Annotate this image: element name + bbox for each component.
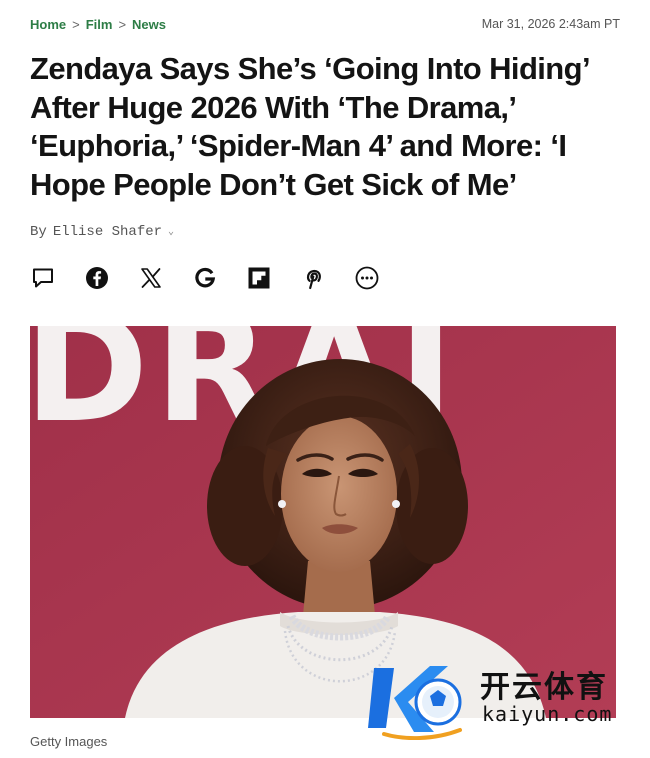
watermark-domain-text: kaiyun.com	[482, 702, 613, 726]
breadcrumb-separator: >	[118, 16, 127, 32]
byline[interactable]: By Ellise Shafer ⌄	[30, 224, 174, 240]
pinterest-icon[interactable]	[300, 265, 326, 291]
kaiyun-watermark: 开云体育 kaiyun.com	[364, 658, 640, 740]
share-toolbar	[30, 264, 408, 292]
breadcrumb-home[interactable]: Home	[30, 17, 66, 32]
google-icon[interactable]	[192, 265, 218, 291]
comment-icon[interactable]	[30, 265, 56, 291]
flipboard-icon[interactable]	[246, 265, 272, 291]
image-credit: Getty Images	[30, 734, 108, 749]
x-icon[interactable]	[138, 265, 164, 291]
author-name[interactable]: Ellise Shafer	[53, 224, 162, 240]
more-icon[interactable]	[354, 265, 380, 291]
kaiyun-logo-icon	[368, 666, 462, 740]
breadcrumb-news[interactable]: News	[132, 17, 166, 32]
publish-timestamp: Mar 31, 2026 2:43am PT	[481, 17, 620, 31]
watermark-chinese-text: 开云体育	[480, 670, 608, 705]
byline-prefix: By	[30, 224, 47, 240]
article-meta-row: Home > Film > News Mar 31, 2026 2:43am P…	[30, 16, 620, 32]
chevron-down-icon[interactable]: ⌄	[168, 226, 174, 238]
breadcrumb-separator: >	[72, 16, 80, 32]
facebook-icon[interactable]	[84, 265, 110, 291]
breadcrumb-film[interactable]: Film	[86, 17, 113, 32]
breadcrumb: Home > Film > News	[30, 17, 166, 32]
article-headline: Zendaya Says She’s ‘Going Into Hiding’ A…	[30, 51, 589, 202]
